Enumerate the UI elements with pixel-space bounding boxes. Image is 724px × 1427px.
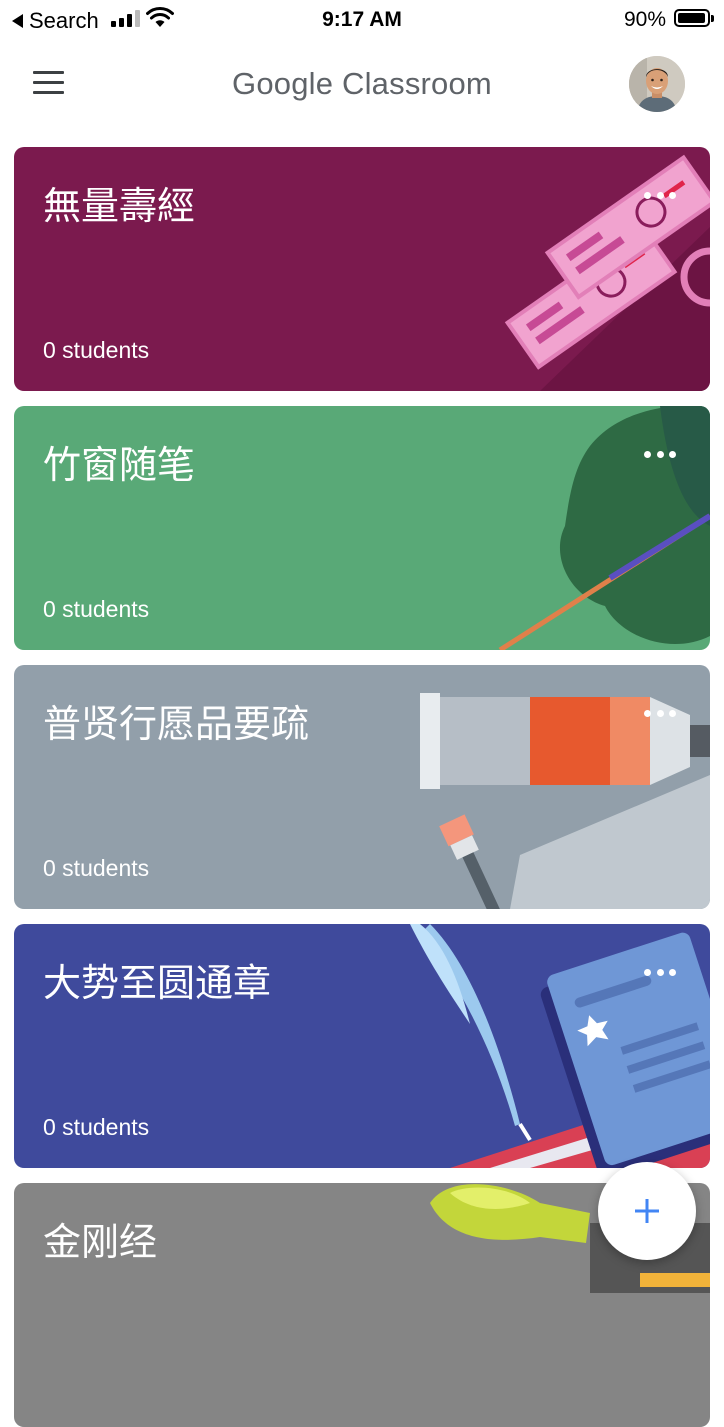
student-count: 0 students [43,596,150,622]
class-card-banner-illustration [498,406,710,650]
plus-icon [635,1199,659,1223]
class-name: 金刚经 [43,1220,158,1264]
class-card[interactable]: 無量壽經 0 students [14,147,710,391]
class-card-banner-illustration [410,924,710,1168]
class-card-banner-illustration [420,693,710,909]
class-card[interactable]: 大势至圆通章 0 students [14,924,710,1168]
class-name: 竹窗随笔 [43,443,196,487]
battery-percentage: 90% [624,8,667,31]
class-card-banner-illustration [504,154,710,391]
class-name: 普贤行愿品要疏 [43,702,310,746]
student-count: 0 students [43,337,150,363]
app-bar: Google Classroom [0,40,724,130]
more-options-icon[interactable] [644,187,676,203]
class-name: 無量壽經 [43,184,196,228]
battery-icon [674,9,714,27]
class-card[interactable]: 普贤行愿品要疏 0 students [14,665,710,909]
add-class-button[interactable] [598,1162,696,1260]
user-avatar[interactable] [629,56,685,112]
student-count: 0 students [43,855,150,881]
clock: 9:17 AM [322,8,402,31]
student-count: 0 students [43,1114,150,1140]
more-options-icon[interactable] [644,705,676,721]
class-name: 大势至圆通章 [43,961,272,1005]
app-title: Google Classroom [232,66,492,101]
more-options-icon[interactable] [644,964,676,980]
more-options-icon[interactable] [644,446,676,462]
class-card[interactable]: 竹窗随笔 0 students [14,406,710,650]
status-bar: Search 9:17 AM 90% [0,0,724,40]
